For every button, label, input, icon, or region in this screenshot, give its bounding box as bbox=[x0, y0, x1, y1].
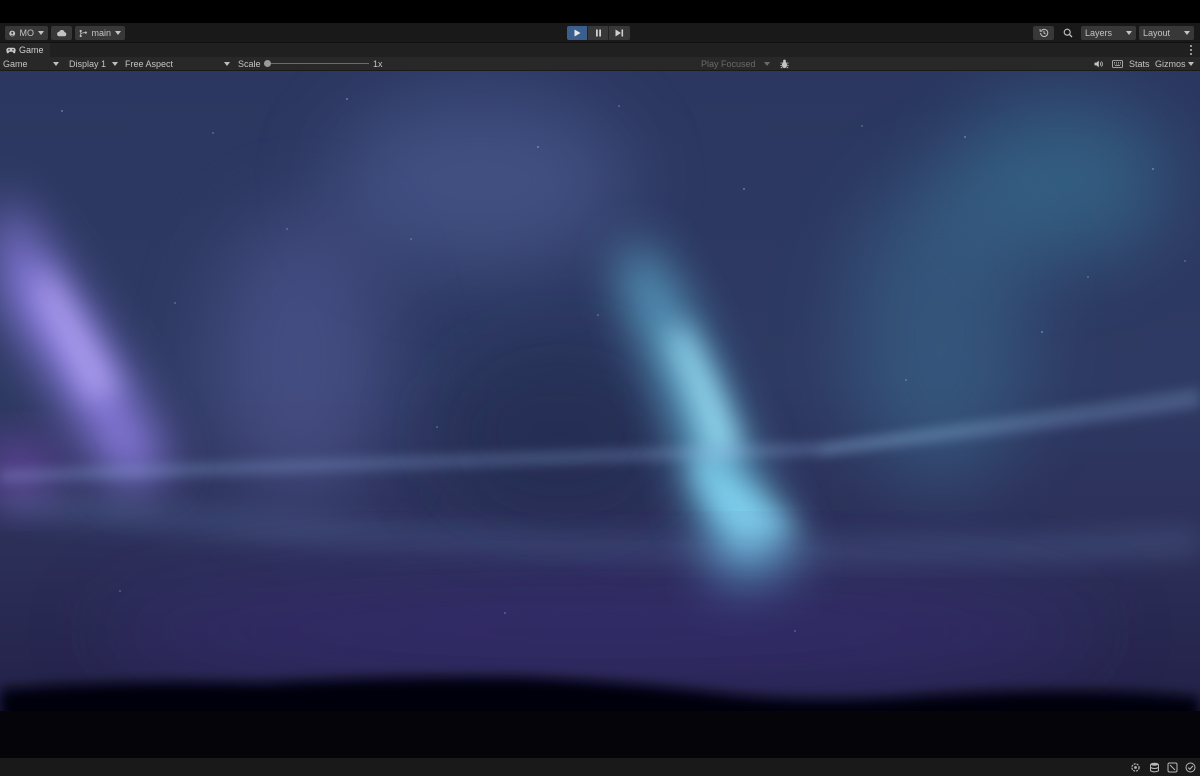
keyboard-shortcuts-button[interactable] bbox=[1111, 57, 1123, 71]
settings-icon[interactable] bbox=[1130, 762, 1141, 773]
pause-icon bbox=[595, 29, 601, 37]
mute-audio-button[interactable] bbox=[1093, 57, 1105, 71]
account-dropdown[interactable]: MO bbox=[5, 26, 48, 40]
speaker-icon bbox=[1094, 60, 1103, 68]
debug-mode-icon[interactable] bbox=[1167, 762, 1178, 773]
debug-button[interactable] bbox=[778, 57, 790, 71]
aurora-scene bbox=[0, 91, 1200, 758]
undo-history-button[interactable] bbox=[1033, 26, 1054, 40]
search-icon bbox=[1063, 28, 1072, 38]
scale-label: Scale bbox=[238, 59, 261, 69]
status-bar bbox=[0, 758, 1200, 776]
gizmos-dropdown[interactable]: Gizmos bbox=[1153, 57, 1198, 71]
display-dropdown[interactable]: Display 1 bbox=[66, 57, 122, 71]
play-focus-dropdown[interactable]: Play Focused bbox=[698, 57, 774, 71]
chevron-down-icon bbox=[53, 62, 59, 66]
aspect-dropdown[interactable]: Free Aspect bbox=[122, 57, 234, 71]
chevron-down-icon bbox=[38, 31, 44, 35]
more-options-icon[interactable] bbox=[1190, 45, 1193, 55]
main-toolbar: MO main Layers Layout bbox=[0, 23, 1200, 43]
scale-slider-handle[interactable] bbox=[264, 60, 271, 67]
layers-dropdown[interactable]: Layers bbox=[1081, 26, 1136, 40]
display-label: Display 1 bbox=[69, 59, 107, 69]
history-icon bbox=[1039, 28, 1048, 37]
cloud-icon bbox=[57, 29, 67, 37]
database-icon[interactable] bbox=[1149, 762, 1160, 773]
aspect-label: Free Aspect bbox=[125, 59, 174, 69]
gizmos-label: Gizmos bbox=[1155, 59, 1186, 69]
chevron-down-icon bbox=[115, 31, 121, 35]
game-viewport[interactable] bbox=[0, 71, 1200, 758]
tab-game[interactable]: Game bbox=[0, 43, 50, 57]
layers-label: Layers bbox=[1085, 28, 1113, 38]
bug-icon bbox=[779, 59, 789, 69]
branch-dropdown[interactable]: main bbox=[75, 26, 125, 40]
play-button[interactable] bbox=[567, 26, 588, 40]
chevron-down-icon bbox=[1126, 31, 1132, 35]
chevron-down-icon bbox=[1184, 31, 1190, 35]
view-mode-label: Game bbox=[3, 59, 28, 69]
search-button[interactable] bbox=[1057, 26, 1078, 40]
game-view-controls: Game Display 1 Free Aspect Scale 1x Play… bbox=[0, 57, 1200, 71]
chevron-down-icon bbox=[112, 62, 118, 66]
scale-slider-track[interactable] bbox=[266, 63, 369, 64]
chevron-down-icon bbox=[764, 62, 770, 66]
branch-label: main bbox=[91, 28, 111, 38]
scale-value: 1x bbox=[373, 59, 383, 69]
play-icon bbox=[574, 29, 580, 37]
account-icon bbox=[9, 30, 16, 36]
account-label: MO bbox=[19, 28, 35, 38]
keyboard-icon bbox=[1111, 60, 1123, 68]
cloud-button[interactable] bbox=[51, 26, 72, 40]
chevron-down-icon bbox=[1188, 62, 1194, 66]
layout-dropdown[interactable]: Layout bbox=[1139, 26, 1194, 40]
gamepad-icon bbox=[6, 47, 16, 53]
stats-toggle[interactable]: Stats bbox=[1129, 57, 1150, 71]
tab-title: Game bbox=[19, 45, 44, 55]
chevron-down-icon bbox=[224, 62, 230, 66]
play-focus-label: Play Focused bbox=[701, 59, 756, 69]
playmode-controls bbox=[567, 26, 630, 40]
step-icon bbox=[615, 29, 624, 37]
layout-label: Layout bbox=[1143, 28, 1171, 38]
view-tab-bar: Game bbox=[0, 43, 1200, 57]
branch-icon bbox=[79, 29, 87, 37]
step-button[interactable] bbox=[609, 26, 630, 40]
check-circle-icon[interactable] bbox=[1185, 762, 1196, 773]
view-mode-dropdown[interactable]: Game bbox=[0, 57, 63, 71]
window-top-bar bbox=[0, 0, 1200, 23]
pause-button[interactable] bbox=[588, 26, 609, 40]
